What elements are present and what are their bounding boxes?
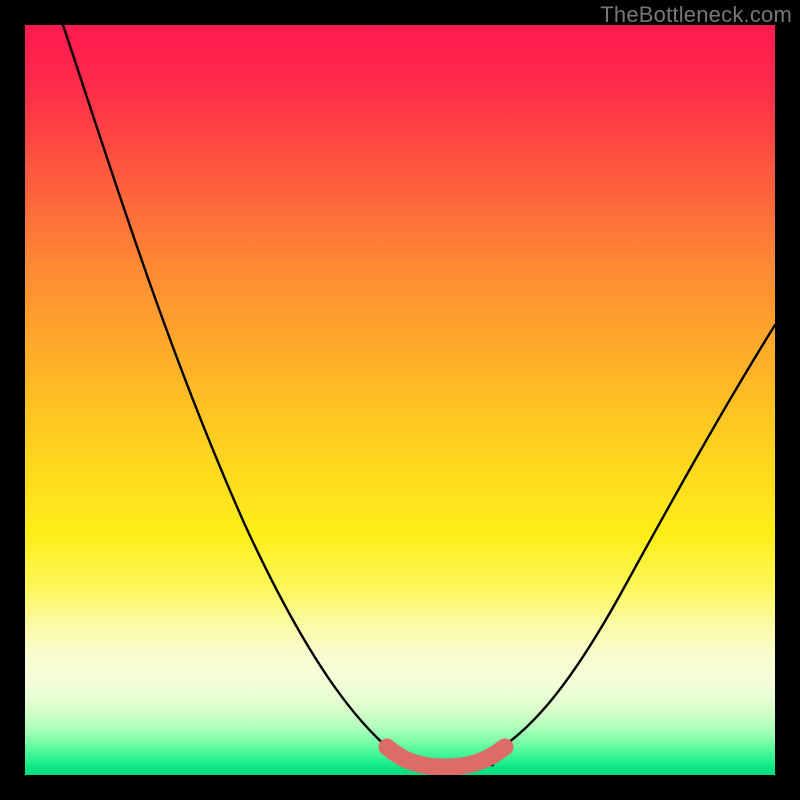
curve-layer bbox=[25, 25, 775, 775]
watermark-text: TheBottleneck.com bbox=[600, 2, 792, 28]
plot-area bbox=[25, 25, 775, 775]
bottleneck-curve-right bbox=[470, 325, 775, 765]
chart-frame: TheBottleneck.com bbox=[0, 0, 800, 800]
bottleneck-curve-left bbox=[63, 25, 430, 765]
tolerance-band bbox=[387, 747, 505, 767]
